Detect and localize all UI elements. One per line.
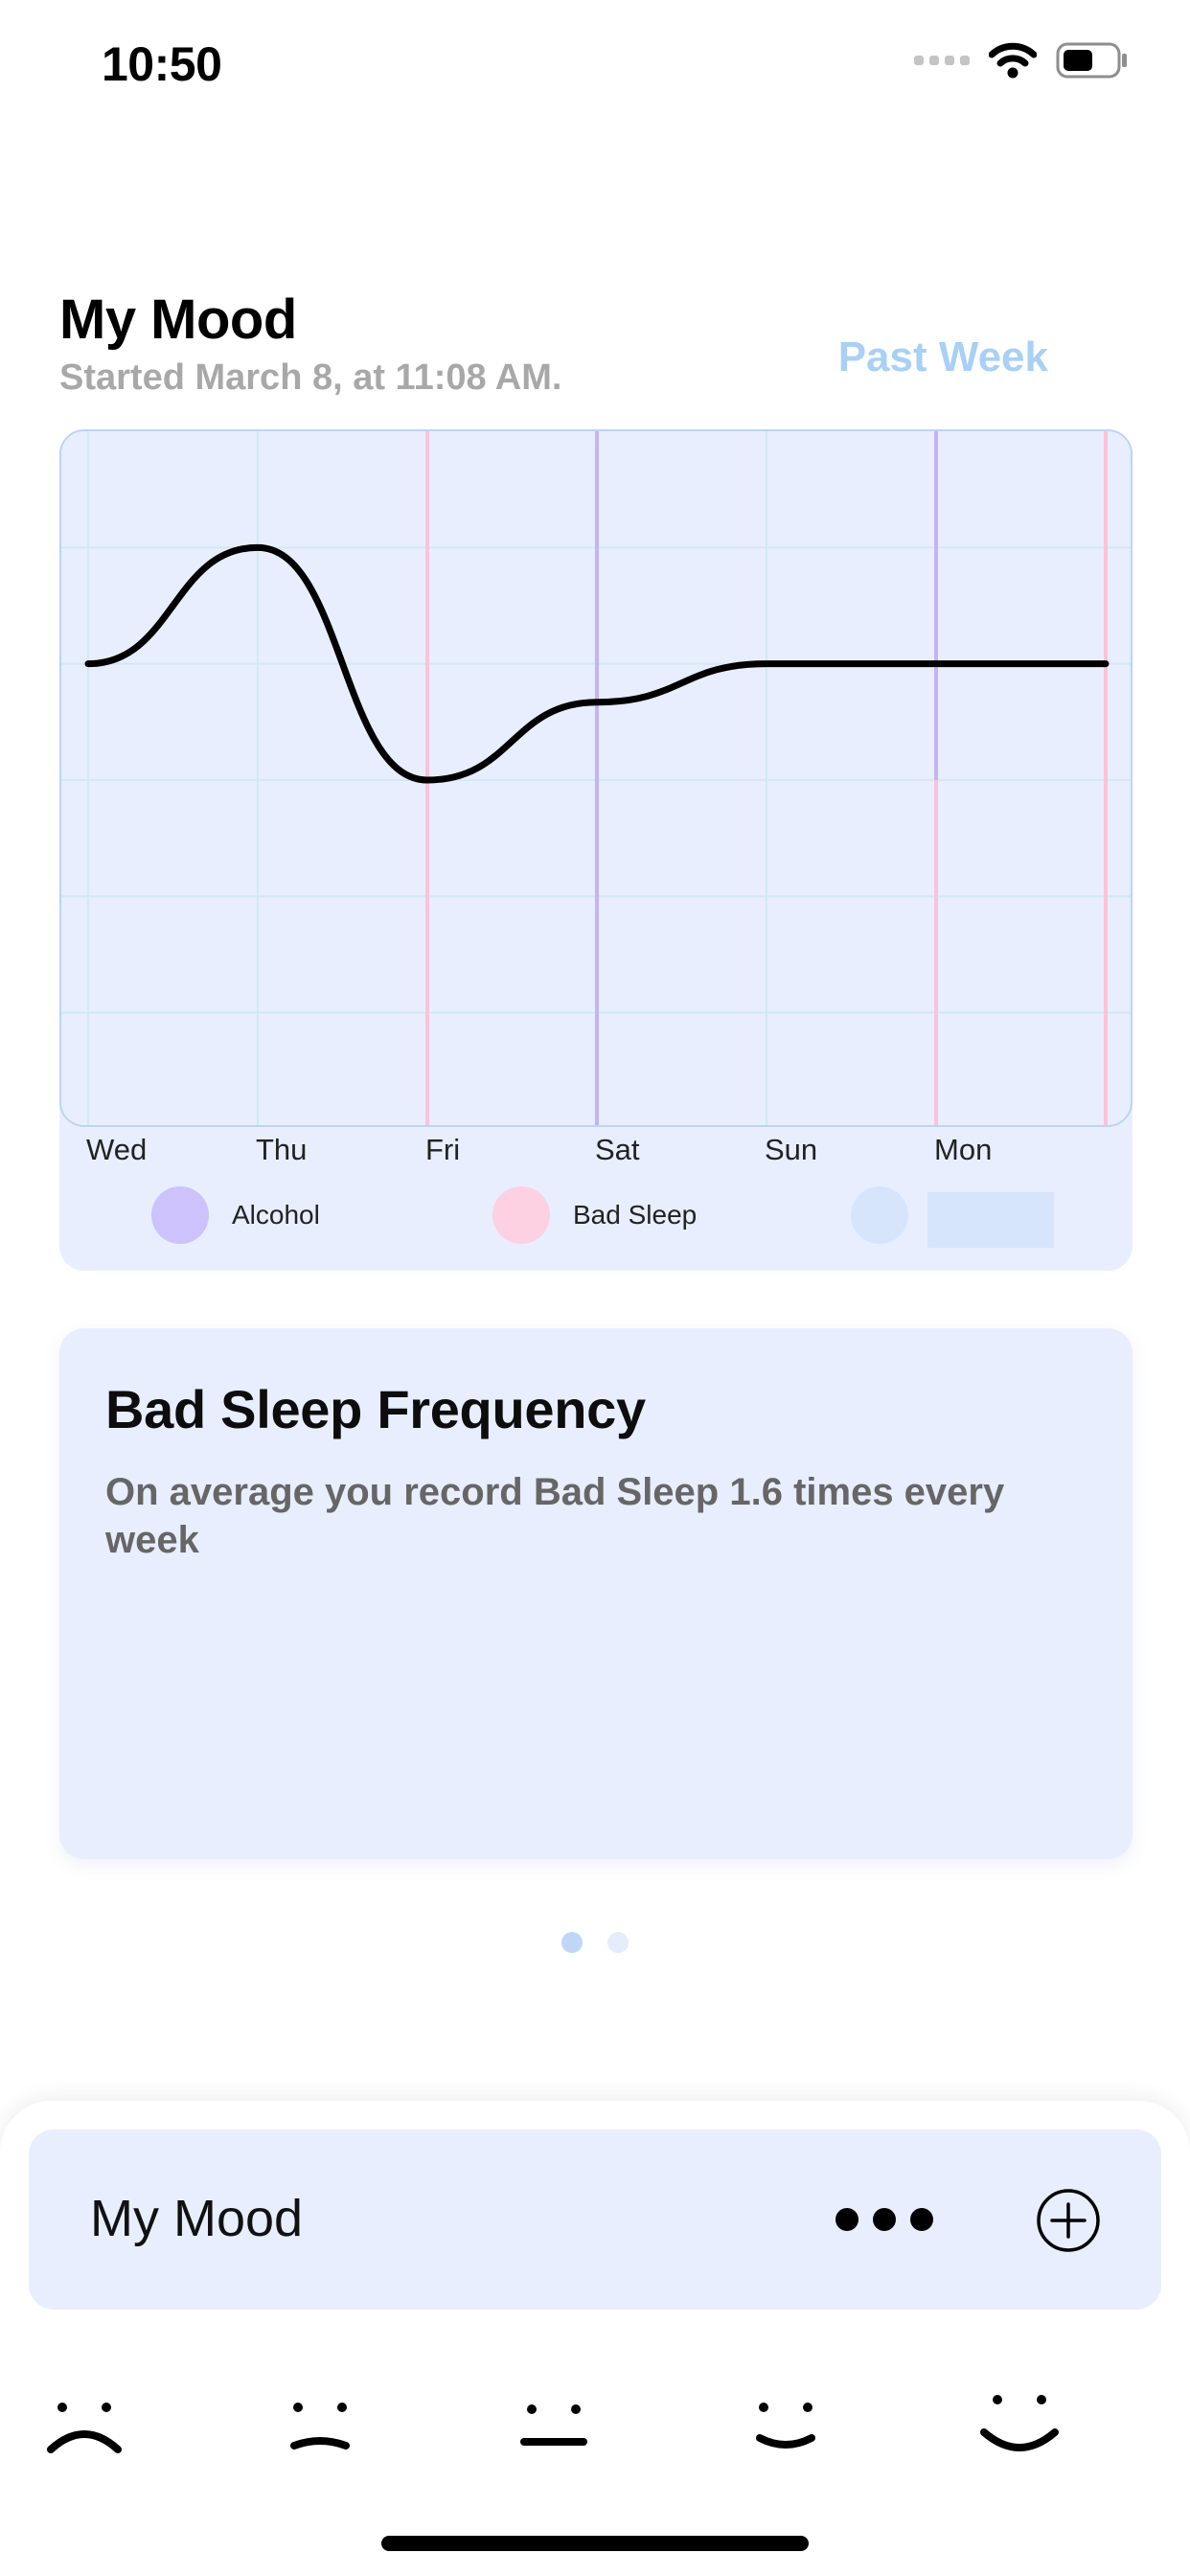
chart-legend: Alcohol Bad Sleep bbox=[59, 1186, 1133, 1259]
status-icons bbox=[914, 42, 1129, 79]
happy-face-icon[interactable] bbox=[743, 2390, 829, 2467]
status-time: 10:50 bbox=[102, 37, 222, 91]
x-tick-label: Thu bbox=[256, 1133, 308, 1166]
page-dot[interactable] bbox=[607, 1932, 629, 1953]
x-tick-label: Fri bbox=[425, 1133, 461, 1166]
mood-entry-bar: My Mood bbox=[29, 2129, 1161, 2310]
battery-icon bbox=[1056, 42, 1127, 79]
page-dot[interactable] bbox=[561, 1932, 583, 1953]
page-indicator[interactable] bbox=[0, 1932, 1190, 1953]
wifi-icon bbox=[989, 42, 1037, 79]
frequency-card-text: On average you record Bad Sleep 1.6 time… bbox=[105, 1471, 1005, 1561]
legend-label: Bad Sleep bbox=[573, 1200, 698, 1230]
frequency-card-title: Bad Sleep Frequency bbox=[105, 1379, 646, 1439]
more-dots-icon[interactable] bbox=[832, 2196, 937, 2242]
chart-plot-area bbox=[59, 429, 1133, 1127]
mood-faces-row bbox=[0, 2390, 1190, 2467]
legend-label: Alcohol bbox=[232, 1200, 320, 1230]
bottom-sheet: My Mood bbox=[0, 2101, 1190, 2576]
bad-sleep-frequency-card[interactable]: Bad Sleep Frequency On average you recor… bbox=[59, 1328, 1133, 1859]
x-tick-label: Sat bbox=[595, 1133, 640, 1166]
x-tick-label: Wed bbox=[86, 1133, 148, 1166]
home-indicator bbox=[381, 2536, 809, 2551]
legend-placeholder bbox=[927, 1192, 1054, 1248]
neutral-face-icon[interactable] bbox=[511, 2390, 597, 2467]
mood-chart bbox=[61, 431, 1131, 1125]
legend-swatch bbox=[492, 1186, 550, 1244]
very-sad-face-icon[interactable] bbox=[41, 2390, 127, 2467]
legend-swatch bbox=[151, 1186, 209, 1244]
legend-swatch bbox=[851, 1186, 908, 1244]
cellular-signal-icon bbox=[914, 56, 970, 65]
mood-chart-card: Alcohol Bad Sleep Wed Thu Fri Sat Sun Mon bbox=[59, 429, 1133, 1271]
plus-circle-icon[interactable] bbox=[1035, 2187, 1102, 2254]
x-tick-label: Sun bbox=[765, 1133, 818, 1166]
sad-face-icon[interactable] bbox=[277, 2390, 363, 2467]
time-range-button[interactable]: Past Week bbox=[838, 334, 1048, 381]
status-bar: 10:50 bbox=[0, 0, 1190, 134]
mood-bar-title: My Mood bbox=[90, 2190, 304, 2247]
x-tick-label: Mon bbox=[934, 1133, 993, 1166]
header: My Mood Started March 8, at 11:08 AM. Pa… bbox=[59, 288, 1131, 399]
very-happy-face-icon[interactable] bbox=[976, 2390, 1063, 2467]
